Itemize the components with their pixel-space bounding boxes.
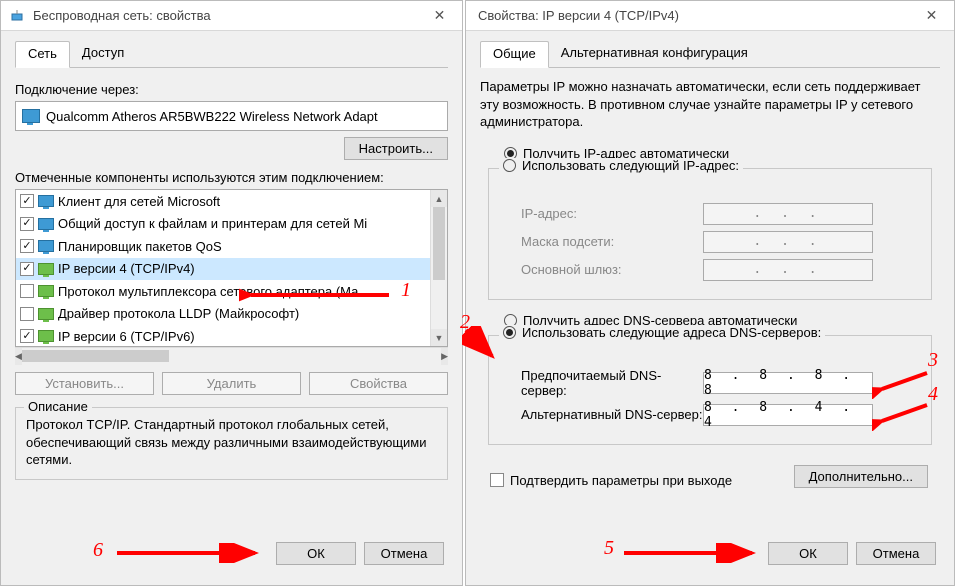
subnet-mask-label: Маска подсети: — [503, 234, 703, 249]
cancel-button-left[interactable]: Отмена — [364, 542, 444, 565]
dns-manual-group: Использовать следующие адреса DNS-сервер… — [488, 335, 932, 445]
dns2-input[interactable]: 8 . 8 . 4 . 4 — [703, 404, 873, 426]
protocol-icon — [38, 195, 54, 207]
network-icon — [9, 8, 25, 24]
ip-description-para: Параметры IP можно назначать автоматичес… — [480, 78, 940, 131]
list-item[interactable]: Клиент для сетей Microsoft — [16, 190, 430, 213]
advanced-button[interactable]: Дополнительно... — [794, 465, 928, 488]
adapter-box[interactable]: Qualcomm Atheros AR5BWB222 Wireless Netw… — [15, 101, 448, 131]
radio-ip-manual-label: Использовать следующий IP-адрес: — [522, 158, 739, 173]
protocol-icon — [38, 218, 54, 230]
description-groupbox: Описание Протокол TCP/IP. Стандартный пр… — [15, 407, 448, 480]
component-label: Клиент для сетей Microsoft — [58, 194, 220, 209]
component-label: IP версии 4 (TCP/IPv4) — [58, 261, 195, 276]
list-item[interactable]: IP версии 4 (TCP/IPv4) — [16, 258, 430, 281]
protocol-icon — [38, 308, 54, 320]
protocol-icon — [38, 263, 54, 275]
components-label: Отмеченные компоненты используются этим … — [15, 170, 448, 185]
component-label: Общий доступ к файлам и принтерам для се… — [58, 216, 367, 231]
cancel-button-right[interactable]: Отмена — [856, 542, 936, 565]
scrollbar-horizontal[interactable]: ◀ ▶ — [15, 347, 448, 364]
ip-manual-group: Использовать следующий IP-адрес: IP-адре… — [488, 168, 932, 300]
checkbox-icon[interactable] — [20, 329, 34, 343]
component-label: Планировщик пакетов QoS — [58, 239, 222, 254]
properties-button[interactable]: Свойства — [309, 372, 448, 395]
scroll-down-icon[interactable]: ▼ — [431, 329, 447, 346]
subnet-mask-input: . . . — [703, 231, 873, 253]
scroll-up-icon[interactable]: ▲ — [431, 190, 447, 207]
connect-using-label: Подключение через: — [15, 82, 448, 97]
scroll-right-icon[interactable]: ▶ — [441, 348, 448, 365]
ip-address-label: IP-адрес: — [503, 206, 703, 221]
list-item[interactable]: Протокол мультиплексора сетевого адаптер… — [16, 280, 430, 303]
tab-alt-config[interactable]: Альтернативная конфигурация — [549, 41, 760, 67]
tabs-left: Сеть Доступ — [15, 41, 448, 68]
component-label: Протокол мультиплексора сетевого адаптер… — [58, 284, 358, 299]
components-listbox[interactable]: Клиент для сетей Microsoft Общий доступ к… — [15, 189, 448, 347]
tabs-right: Общие Альтернативная конфигурация — [480, 41, 940, 68]
component-label: Драйвер протокола LLDP (Майкрософт) — [58, 306, 299, 321]
description-text: Протокол TCP/IP. Стандартный протокол гл… — [26, 416, 437, 469]
gateway-input: . . . — [703, 259, 873, 281]
checkbox-icon[interactable] — [20, 239, 34, 253]
tab-sharing[interactable]: Доступ — [70, 41, 136, 67]
nic-icon — [22, 109, 40, 123]
ip-address-input: . . . — [703, 203, 873, 225]
checkbox-icon[interactable] — [20, 194, 34, 208]
close-button-left[interactable]: ✕ — [417, 1, 462, 31]
validate-label: Подтвердить параметры при выходе — [510, 473, 732, 488]
description-title: Описание — [24, 399, 92, 414]
wireless-properties-window: Беспроводная сеть: свойства ✕ Сеть Досту… — [0, 0, 463, 586]
ok-button-right[interactable]: ОК — [768, 542, 848, 565]
body-left: Сеть Доступ Подключение через: Qualcomm … — [1, 31, 462, 585]
radio-icon — [503, 326, 516, 339]
gateway-label: Основной шлюз: — [503, 262, 703, 277]
list-item[interactable]: Общий доступ к файлам и принтерам для се… — [16, 213, 430, 236]
protocol-icon — [38, 285, 54, 297]
titlebar-left: Беспроводная сеть: свойства ✕ — [1, 1, 462, 31]
configure-button[interactable]: Настроить... — [344, 137, 448, 160]
protocol-icon — [38, 330, 54, 342]
component-label: IP версии 6 (TCP/IPv6) — [58, 329, 195, 344]
dns1-input[interactable]: 8 . 8 . 8 . 8 — [703, 372, 873, 394]
radio-dns-manual-label: Использовать следующие адреса DNS-сервер… — [522, 325, 821, 340]
list-item[interactable]: IP версии 6 (TCP/IPv6) — [16, 325, 430, 346]
body-right: Общие Альтернативная конфигурация Параме… — [466, 31, 954, 585]
titlebar-right: Свойства: IP версии 4 (TCP/IPv4) ✕ — [466, 1, 954, 31]
dns1-label: Предпочитаемый DNS-сервер: — [503, 368, 703, 398]
ok-button-left[interactable]: ОК — [276, 542, 356, 565]
uninstall-button[interactable]: Удалить — [162, 372, 301, 395]
tab-general[interactable]: Общие — [480, 41, 549, 68]
checkbox-icon[interactable] — [20, 284, 34, 298]
checkbox-icon[interactable] — [20, 262, 34, 276]
radio-dns-manual[interactable]: Использовать следующие адреса DNS-сервер… — [499, 325, 825, 340]
list-item[interactable]: Планировщик пакетов QoS — [16, 235, 430, 258]
scroll-left-icon[interactable]: ◀ — [15, 348, 22, 365]
scrollbar-vertical[interactable]: ▲ ▼ — [430, 190, 447, 346]
checkbox-icon — [490, 473, 504, 487]
install-button[interactable]: Установить... — [15, 372, 154, 395]
dns2-label: Альтернативный DNS-сервер: — [503, 407, 703, 422]
scroll-thumb[interactable] — [433, 207, 445, 280]
close-button-right[interactable]: ✕ — [909, 1, 954, 31]
protocol-icon — [38, 240, 54, 252]
checkbox-icon[interactable] — [20, 307, 34, 321]
tab-network[interactable]: Сеть — [15, 41, 70, 68]
window-title-right: Свойства: IP версии 4 (TCP/IPv4) — [474, 8, 909, 23]
list-item[interactable]: Драйвер протокола LLDP (Майкрософт) — [16, 303, 430, 326]
radio-ip-manual[interactable]: Использовать следующий IP-адрес: — [499, 158, 743, 173]
radio-icon — [503, 159, 516, 172]
window-title: Беспроводная сеть: свойства — [33, 8, 417, 23]
scroll-thumb-h[interactable] — [22, 350, 169, 362]
ipv4-properties-window: Свойства: IP версии 4 (TCP/IPv4) ✕ Общие… — [465, 0, 955, 586]
checkbox-icon[interactable] — [20, 217, 34, 231]
validate-checkbox-row[interactable]: Подтвердить параметры при выходе — [480, 473, 794, 488]
adapter-name: Qualcomm Atheros AR5BWB222 Wireless Netw… — [46, 109, 378, 124]
